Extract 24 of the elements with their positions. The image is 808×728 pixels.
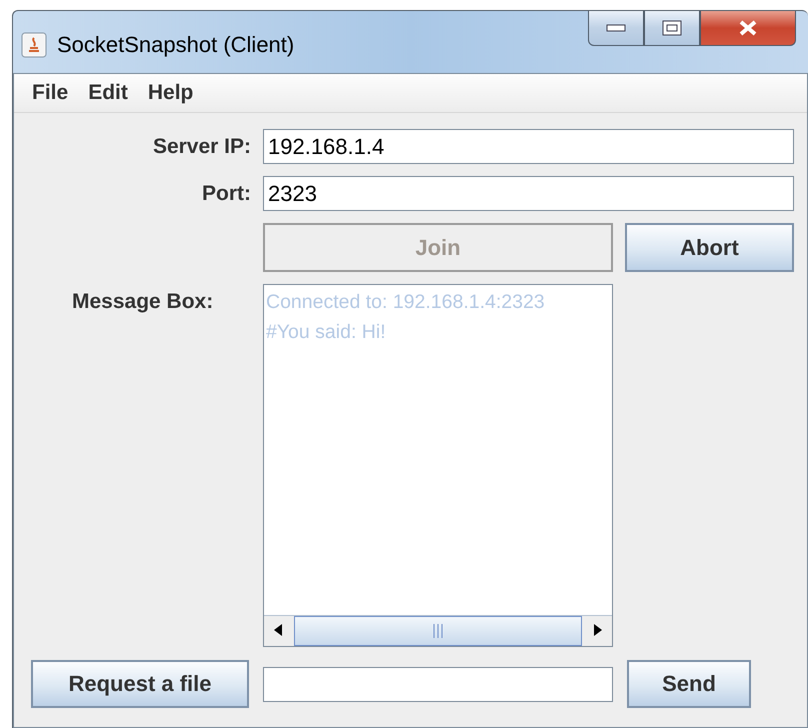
send-button[interactable]: Send xyxy=(627,660,751,708)
scroll-thumb[interactable] xyxy=(294,616,582,646)
message-input[interactable] xyxy=(263,666,613,702)
minimize-icon xyxy=(606,24,626,32)
maximize-icon xyxy=(662,20,682,36)
field-label: Server IP: xyxy=(152,134,251,158)
app-icon xyxy=(21,32,47,58)
abort-button[interactable]: Abort xyxy=(625,223,794,272)
message-line: #You said: Hi! xyxy=(266,320,387,345)
menu-item[interactable]: File xyxy=(22,81,78,105)
request-file-button[interactable]: Request a file xyxy=(31,660,249,708)
message-line: Connected to: 192.168.1.4:2323 xyxy=(266,290,546,315)
minimize-button[interactable] xyxy=(588,11,644,46)
window-title: SocketSnapshot (Client) xyxy=(57,32,296,58)
message-box-label: Message Box: xyxy=(71,289,214,314)
maximize-button[interactable] xyxy=(644,11,700,46)
close-button[interactable] xyxy=(700,11,796,46)
horizontal-scrollbar[interactable] xyxy=(264,615,612,646)
text-field[interactable]: 2323 xyxy=(263,176,794,211)
field-label: Port: xyxy=(202,182,251,206)
menu-item[interactable]: Edit xyxy=(78,81,138,105)
text-field[interactable]: 192.168.1.4 xyxy=(263,129,794,164)
close-icon xyxy=(737,19,759,37)
menu-item[interactable]: Help xyxy=(138,81,204,105)
